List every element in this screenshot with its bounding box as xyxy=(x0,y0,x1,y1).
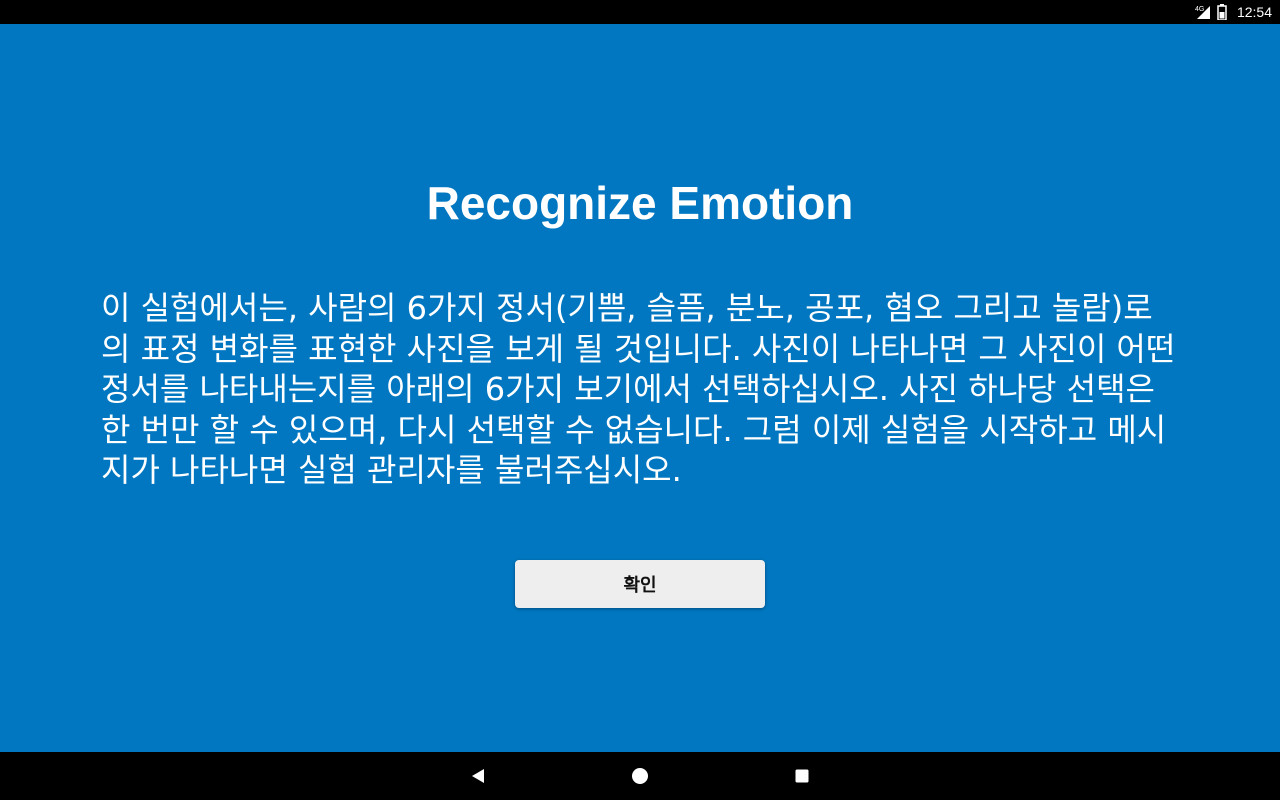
recents-icon[interactable] xyxy=(790,764,814,788)
status-bar: 4G 12:54 xyxy=(0,0,1280,24)
battery-icon xyxy=(1217,4,1227,20)
confirm-button[interactable]: 확인 xyxy=(515,560,765,608)
instructions-text: 이 실험에서는, 사람의 6가지 정서(기쁨, 슬픔, 분노, 공포, 혐오 그… xyxy=(101,289,1176,489)
status-icons: 4G 12:54 xyxy=(1195,0,1272,24)
status-time: 12:54 xyxy=(1236,4,1272,20)
home-icon[interactable] xyxy=(628,764,652,788)
network-type-label: 4G xyxy=(1194,6,1205,13)
back-icon[interactable] xyxy=(466,764,490,788)
navigation-bar xyxy=(0,752,1280,800)
main-screen: Recognize Emotion 이 실험에서는, 사람의 6가지 정서(기쁨… xyxy=(0,24,1280,752)
page-title: Recognize Emotion xyxy=(426,177,854,229)
signal-icon: 4G xyxy=(1195,4,1211,20)
